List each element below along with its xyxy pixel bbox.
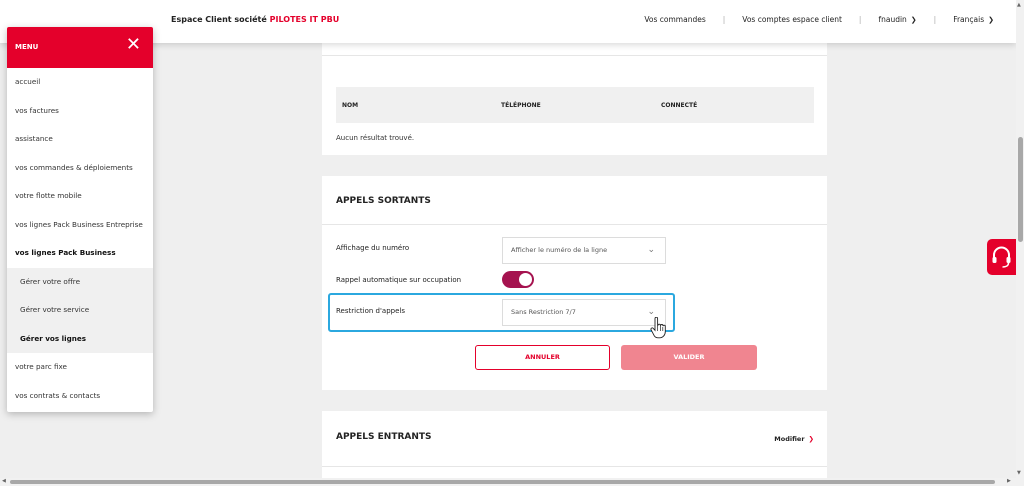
brand-prefix: Espace Client société bbox=[171, 15, 267, 24]
scroll-thumb[interactable] bbox=[1017, 137, 1023, 242]
empty-message: Aucun résultat trouvé. bbox=[336, 134, 415, 142]
nav-accounts-link[interactable]: Vos comptes espace client bbox=[742, 15, 842, 24]
horizontal-scrollbar[interactable]: ◀ ▶ bbox=[0, 478, 1016, 486]
cancel-button[interactable]: ANNULER bbox=[475, 345, 610, 370]
section-title: APPELS SORTANTS bbox=[336, 196, 431, 206]
submenu-item-lignes[interactable]: Gérer vos lignes bbox=[7, 324, 153, 353]
side-menu: MENU ✕ accueil vos factures assistance v… bbox=[7, 27, 153, 412]
nav-separator: | bbox=[722, 15, 726, 24]
auto-recall-toggle[interactable] bbox=[502, 271, 534, 288]
language-dropdown[interactable]: Français ❯ bbox=[953, 15, 994, 24]
user-dropdown[interactable]: fnaudin ❯ bbox=[878, 15, 916, 24]
menu-item-assistance[interactable]: assistance bbox=[7, 125, 153, 154]
display-number-select[interactable]: Afficher le numéro de la ligne ⌄ bbox=[502, 237, 666, 264]
scroll-down-icon[interactable]: ▼ bbox=[1017, 470, 1021, 476]
chevron-right-icon: ❯ bbox=[808, 435, 814, 443]
menu-item-factures[interactable]: vos factures bbox=[7, 97, 153, 126]
user-name: fnaudin bbox=[878, 15, 907, 24]
call-restriction-select[interactable]: Sans Restriction 7/7 ⌄ bbox=[502, 299, 666, 326]
scroll-up-icon[interactable]: ▲ bbox=[1017, 2, 1021, 8]
column-nom: NOM bbox=[342, 102, 359, 109]
brand-title: Espace Client société PILOTES IT PBU bbox=[171, 15, 339, 24]
toggle-knob bbox=[519, 273, 532, 286]
scroll-right-icon[interactable]: ▶ bbox=[1007, 478, 1011, 484]
nav-separator: | bbox=[933, 15, 937, 24]
scroll-left-icon[interactable]: ◀ bbox=[2, 478, 6, 484]
divider bbox=[322, 55, 827, 56]
menu-item-commandes[interactable]: vos commandes & déploiements bbox=[7, 154, 153, 183]
auto-recall-label: Rappel automatique sur occupation bbox=[336, 276, 462, 284]
scroll-thumb[interactable] bbox=[10, 480, 995, 484]
language-label: Français bbox=[953, 15, 985, 24]
submenu-item-offre[interactable]: Gérer votre offre bbox=[7, 267, 153, 296]
chevron-down-icon: ❯ bbox=[910, 16, 917, 24]
outgoing-calls-card: APPELS SORTANTS Affichage du numéro Affi… bbox=[322, 176, 827, 390]
menu-item-contrats[interactable]: vos contrats & contacts bbox=[7, 382, 153, 411]
table-header: NOM TÉLÉPHONE CONNECTÉ bbox=[336, 87, 814, 123]
call-restriction-value: Sans Restriction 7/7 bbox=[511, 308, 576, 316]
close-icon[interactable]: ✕ bbox=[126, 36, 141, 54]
menu-item-pack-business[interactable]: vos lignes Pack Business bbox=[7, 239, 153, 268]
column-telephone: TÉLÉPHONE bbox=[501, 102, 541, 109]
display-number-value: Afficher le numéro de la ligne bbox=[511, 246, 608, 254]
divider bbox=[322, 224, 827, 225]
column-connecte: CONNECTÉ bbox=[661, 102, 698, 109]
chevron-down-icon: ❯ bbox=[988, 16, 994, 24]
call-restriction-label: Restriction d'appels bbox=[336, 307, 405, 315]
menu-item-accueil[interactable]: accueil bbox=[7, 68, 153, 97]
display-number-label: Affichage du numéro bbox=[336, 244, 410, 252]
nav-separator: | bbox=[858, 15, 862, 24]
incoming-calls-card: APPELS ENTRANTS Modifier ❯ bbox=[322, 411, 827, 486]
hand-pointer-icon bbox=[650, 316, 666, 343]
submenu-item-service[interactable]: Gérer votre service bbox=[7, 296, 153, 325]
validate-button[interactable]: VALIDER bbox=[621, 345, 757, 370]
chevron-down-icon: ⌄ bbox=[647, 245, 655, 255]
users-card: NOM TÉLÉPHONE CONNECTÉ Aucun résultat tr… bbox=[322, 43, 827, 155]
modify-link[interactable]: Modifier ❯ bbox=[774, 435, 814, 443]
support-button[interactable] bbox=[987, 239, 1016, 275]
section-title: APPELS ENTRANTS bbox=[336, 432, 432, 442]
divider bbox=[322, 466, 827, 467]
modify-label: Modifier bbox=[774, 435, 805, 443]
menu-item-flotte-mobile[interactable]: votre flotte mobile bbox=[7, 182, 153, 211]
headset-icon bbox=[992, 246, 1011, 268]
menu-item-parc-fixe[interactable]: votre parc fixe bbox=[7, 353, 153, 382]
top-nav: Vos commandes | Vos comptes espace clien… bbox=[644, 15, 994, 24]
menu-title: MENU bbox=[15, 43, 39, 51]
vertical-scrollbar[interactable]: ▲ ▼ bbox=[1016, 0, 1024, 486]
nav-orders-link[interactable]: Vos commandes bbox=[644, 15, 705, 24]
company-name: PILOTES IT PBU bbox=[269, 15, 340, 24]
menu-header: MENU ✕ bbox=[7, 27, 153, 68]
menu-item-pack-business-entreprise[interactable]: vos lignes Pack Business Entreprise bbox=[7, 211, 153, 240]
